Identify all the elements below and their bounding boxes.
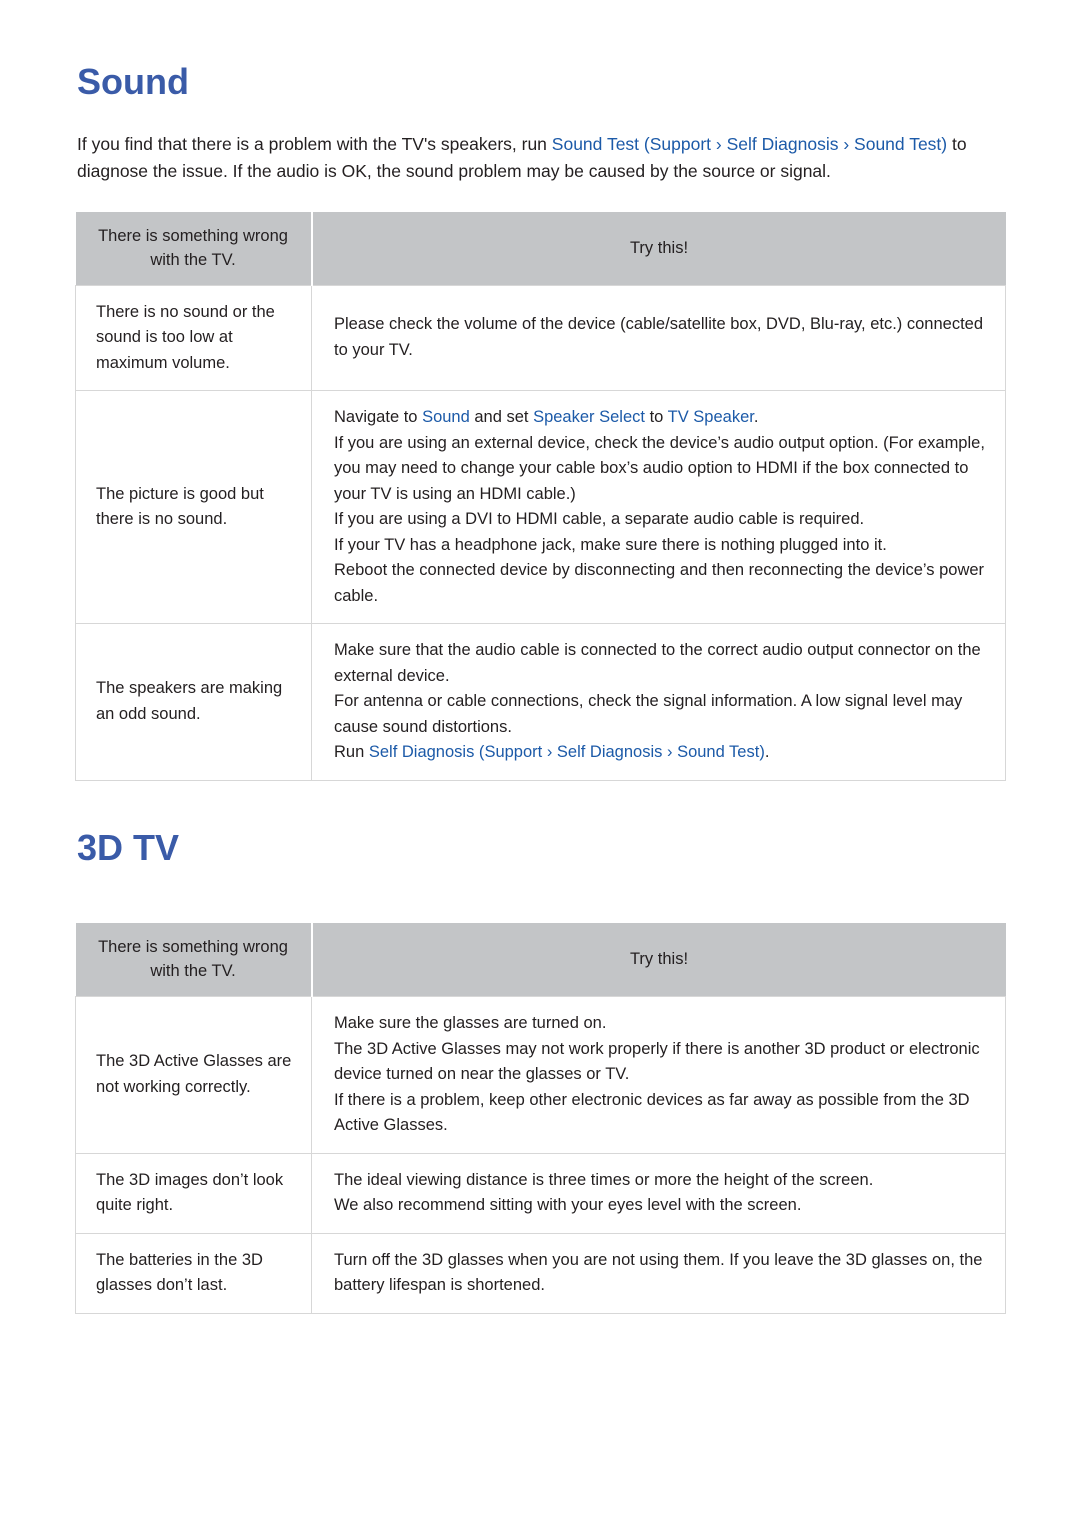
table-header-row: There is something wrong with the TV. Try… xyxy=(75,923,1006,997)
solution-line: For antenna or cable connections, check … xyxy=(334,689,989,740)
text-run: Run xyxy=(334,743,369,762)
section-sound: Sound If you find that there is a problem… xyxy=(75,61,1006,781)
problem-cell: The 3D Active Glasses are not working co… xyxy=(75,996,312,1154)
problem-cell: The speakers are making an odd sound. xyxy=(75,623,312,781)
text-run: Turn off the 3D glasses when you are not… xyxy=(334,1250,983,1295)
solution-cell: Navigate to Sound and set Speaker Select… xyxy=(311,390,1006,625)
troubleshooting-table: There is something wrong with the TV. Try… xyxy=(75,923,1006,1314)
sections-container: Sound If you find that there is a problem… xyxy=(75,61,1006,1314)
text-run: If you are using a DVI to HDMI cable, a … xyxy=(334,510,865,529)
solution-line: Run Self Diagnosis (Support › Self Diagn… xyxy=(334,740,989,766)
solution-line: Navigate to Sound and set Speaker Select… xyxy=(334,405,989,431)
table-row: The batteries in the 3D glasses don’t la… xyxy=(75,1232,1006,1314)
problem-cell: There is no sound or the sound is too lo… xyxy=(75,284,312,392)
page-title: Sound xyxy=(77,61,189,102)
text-run: If there is a problem, keep other electr… xyxy=(334,1090,970,1135)
problem-cell: The batteries in the 3D glasses don’t la… xyxy=(75,1232,312,1314)
solution-cell: Turn off the 3D glasses when you are not… xyxy=(311,1232,1006,1314)
solution-cell: Make sure the glasses are turned on. The … xyxy=(311,996,1006,1154)
intro-paragraph: If you find that there is a problem with… xyxy=(77,131,1005,186)
text-run: . xyxy=(753,408,759,427)
table-row: The 3D images don’t look quite right. The… xyxy=(75,1152,1006,1234)
solution-line: We also recommend sitting with your eyes… xyxy=(334,1193,989,1219)
solution-cell: The ideal viewing distance is three time… xyxy=(311,1152,1006,1234)
section-3d-tv: 3D TV There is something wrong with the T… xyxy=(75,781,1006,1314)
menu-path-link[interactable]: › xyxy=(711,134,727,154)
text-run: Reboot the connected device by disconnec… xyxy=(334,561,985,605)
solution-cell: Make sure that the audio cable is connec… xyxy=(311,623,1006,781)
solution-line: Make sure that the audio cable is connec… xyxy=(334,638,989,689)
document-page: Sound If you find that there is a problem… xyxy=(0,0,1080,1314)
solution-line: Please check the volume of the device (c… xyxy=(334,312,989,363)
text-run: If you find that there is a problem with… xyxy=(77,133,552,154)
table-row: The picture is good but there is no soun… xyxy=(75,390,1006,625)
problem-cell: The picture is good but there is no soun… xyxy=(75,390,312,625)
text-run: to xyxy=(644,408,668,427)
solution-line: If you are using an external device, che… xyxy=(334,431,989,508)
text-run: If you are using an external device, che… xyxy=(334,433,985,503)
text-run: We also recommend sitting with your eyes… xyxy=(334,1196,802,1215)
menu-path-link[interactable]: › xyxy=(542,743,557,761)
menu-path-link[interactable]: Self Diagnosis xyxy=(557,743,662,761)
table-row: There is no sound or the sound is too lo… xyxy=(75,284,1006,392)
troubleshooting-table: There is something wrong with the TV. Try… xyxy=(75,211,1006,781)
column-header-problem: There is something wrong with the TV. xyxy=(75,923,313,997)
menu-path-link[interactable]: Support xyxy=(484,743,542,761)
solution-line: The ideal viewing distance is three time… xyxy=(334,1168,989,1194)
text-run: and set xyxy=(469,408,534,427)
text-run: Make sure the glasses are turned on. xyxy=(334,1014,607,1033)
menu-path-link[interactable]: Support xyxy=(650,134,711,154)
table-header-row: There is something wrong with the TV. Try… xyxy=(75,211,1006,286)
text-run: The ideal viewing distance is three time… xyxy=(334,1170,874,1189)
menu-path-link[interactable]: Sound Test xyxy=(854,134,941,154)
table-spacer xyxy=(75,867,1005,897)
column-header-solution: Try this! xyxy=(311,211,1006,286)
text-run: Make sure that the audio cable is connec… xyxy=(334,641,981,685)
column-header-solution: Try this! xyxy=(311,923,1006,997)
problem-cell: The 3D images don’t look quite right. xyxy=(75,1152,312,1234)
table-row: The 3D Active Glasses are not working co… xyxy=(75,996,1006,1154)
menu-path-link[interactable]: › xyxy=(838,134,854,154)
menu-path-link[interactable]: Self Diagnosis xyxy=(727,134,839,154)
text-run: The 3D Active Glasses may not work prope… xyxy=(334,1039,980,1084)
solution-line: If you are using a DVI to HDMI cable, a … xyxy=(334,507,989,533)
solution-cell: Please check the volume of the device (c… xyxy=(311,284,1006,392)
page-title: 3D TV xyxy=(77,826,180,868)
text-run: If your TV has a headphone jack, make su… xyxy=(334,535,887,554)
menu-path-link[interactable]: Sound Test xyxy=(677,743,759,761)
column-header-problem: There is something wrong with the TV. xyxy=(75,211,313,286)
text-run: Please check the volume of the device (c… xyxy=(334,315,984,359)
solution-line: The 3D Active Glasses may not work prope… xyxy=(334,1037,989,1088)
menu-path-link[interactable]: Speaker Select xyxy=(533,408,645,426)
text-run: Navigate to xyxy=(334,408,423,427)
solution-line: If your TV has a headphone jack, make su… xyxy=(334,533,989,559)
menu-path-link[interactable]: Sound xyxy=(422,408,470,426)
text-run: . xyxy=(764,743,770,762)
solution-line: Make sure the glasses are turned on. xyxy=(334,1011,989,1037)
text-run: For antenna or cable connections, check … xyxy=(334,692,963,736)
menu-path-link[interactable]: ( xyxy=(639,134,650,154)
menu-path-link[interactable]: Self Diagnosis xyxy=(369,743,474,761)
table-row: The speakers are making an odd sound. Mak… xyxy=(75,623,1006,781)
solution-line: Reboot the connected device by disconnec… xyxy=(334,558,989,609)
menu-path-link[interactable]: Sound Test xyxy=(552,134,639,154)
menu-path-link[interactable]: ( xyxy=(474,743,485,761)
solution-line: Turn off the 3D glasses when you are not… xyxy=(334,1248,989,1299)
menu-path-link[interactable]: TV Speaker xyxy=(668,408,754,426)
menu-path-link[interactable]: › xyxy=(662,743,677,761)
solution-line: If there is a problem, keep other electr… xyxy=(334,1088,989,1139)
